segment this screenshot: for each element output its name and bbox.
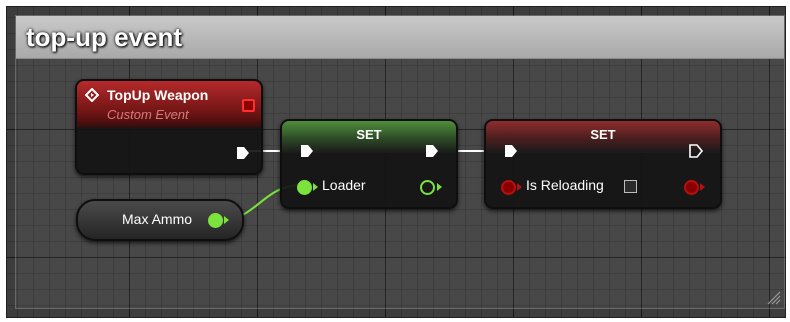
set-loader-node[interactable]: SET Loader	[280, 119, 458, 209]
is-reloading-output-pin[interactable]	[684, 180, 699, 195]
diamond-event-icon	[85, 88, 99, 102]
max-ammo-label: Max Ammo	[122, 211, 193, 227]
is-reloading-input-pin[interactable]	[501, 180, 516, 195]
exec-output-pin-icon[interactable]	[424, 143, 440, 159]
event-title: TopUp Weapon	[107, 87, 209, 103]
exec-output-pin-icon[interactable]	[235, 145, 251, 161]
set-reloading-header: SET	[486, 121, 720, 153]
pin-arrow-icon	[700, 183, 705, 191]
comment-title[interactable]: top-up event	[16, 16, 784, 59]
set-is-reloading-node[interactable]: SET Is Reloading	[484, 119, 722, 209]
custom-event-node[interactable]: TopUp Weapon Custom Event	[75, 79, 263, 175]
pin-arrow-icon	[313, 183, 318, 191]
delegate-output-pin[interactable]	[242, 99, 255, 112]
loader-pin-label: Loader	[322, 177, 366, 193]
max-ammo-variable-node[interactable]: Max Ammo	[76, 199, 244, 241]
exec-input-pin-icon[interactable]	[299, 143, 315, 159]
resize-grip-icon[interactable]	[765, 289, 781, 305]
exec-input-pin-icon[interactable]	[503, 143, 519, 159]
blueprint-graph-canvas[interactable]: top-up event TopUp Weapon Custom Event S…	[6, 6, 786, 318]
loader-input-pin[interactable]	[297, 180, 312, 195]
exec-output-pin-hollow-icon[interactable]	[688, 143, 704, 159]
pin-arrow-icon	[437, 183, 442, 191]
is-reloading-checkbox[interactable]	[624, 180, 637, 193]
loader-output-pin[interactable]	[420, 180, 435, 195]
pin-arrow-icon	[517, 183, 522, 191]
custom-event-header: TopUp Weapon Custom Event	[77, 81, 261, 127]
pin-arrow-icon	[224, 216, 229, 224]
is-reloading-pin-label: Is Reloading	[526, 177, 604, 193]
event-subtitle: Custom Event	[107, 107, 189, 122]
max-ammo-output-pin[interactable]	[208, 213, 223, 228]
